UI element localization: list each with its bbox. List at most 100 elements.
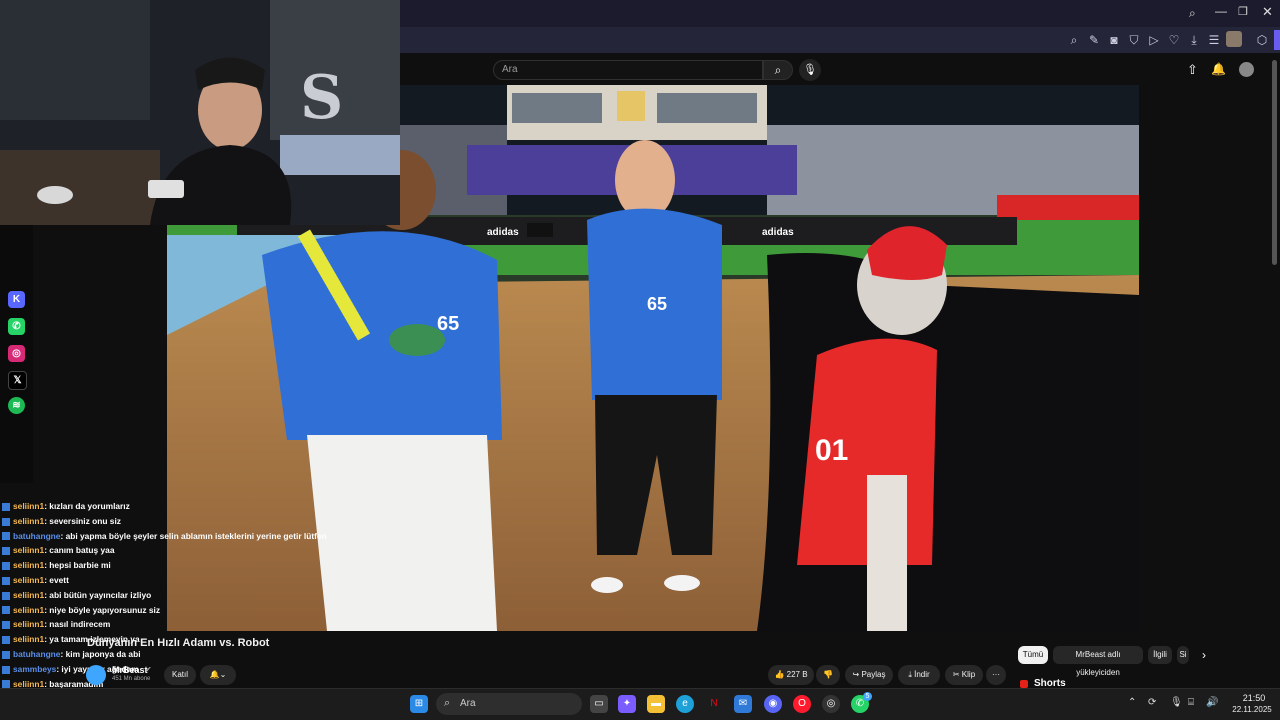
heart-icon[interactable]: ♡ [1166,32,1182,48]
clip-label: Klip [961,670,976,679]
download-icon: ⤓ [908,670,912,679]
search-tabs-icon[interactable]: ⌕ [1189,6,1196,21]
sign-text-2: adidas [762,227,794,238]
upload-icon[interactable]: ⇧ [1187,62,1198,78]
camera-icon[interactable]: ◙ [1106,32,1122,48]
chat-username[interactable]: seliinn1 [13,545,44,555]
whatsapp-badge: 5 [863,692,872,701]
notification-bell-button[interactable]: 🔔⌄ [200,665,236,685]
discord-icon[interactable]: ◉ [764,695,782,713]
bell-icon[interactable]: 🔔 [1211,62,1226,76]
x-icon[interactable]: 𝕏 [8,371,27,390]
like-button[interactable]: 👍 227 B [768,665,814,685]
channel-avatar[interactable] [86,665,106,685]
chat-text: : seversiniz onu siz [44,515,121,526]
voice-search-button[interactable]: 🎙 [799,59,821,81]
microphone-icon[interactable]: 🎙 [1170,697,1183,708]
close-icon[interactable]: ✕ [1262,4,1273,20]
netflix-icon[interactable]: N [705,695,723,713]
sign-text: adidas [487,227,519,238]
chat-username[interactable]: batuhangne [13,649,60,659]
windows-start-icon[interactable]: ⊞ [410,695,428,713]
chat-username[interactable]: seliinn1 [13,634,44,644]
network-icon[interactable]: ⌸ [1188,697,1194,708]
spotify-icon[interactable]: ≋ [8,397,25,414]
chat-badge-icon [2,635,10,644]
chat-username[interactable]: seliinn1 [13,619,44,629]
page-scrollbar[interactable] [1272,60,1277,265]
play-icon[interactable]: ▷ [1146,32,1162,48]
like-count: 227 B [786,670,808,679]
download-button[interactable]: ⤓ İndir [898,665,940,685]
chip-from-uploader[interactable]: MrBeast adlı yükleyiciden [1053,646,1143,677]
chat-text: : canım batuş yaa [44,545,115,556]
download-icon[interactable]: ⤓ [1186,32,1202,48]
obs-icon[interactable]: ◎ [822,695,840,713]
chevron-right-icon[interactable]: › [1202,648,1206,662]
chat-badge-icon [2,576,10,585]
chat-badge-icon [2,606,10,615]
search-input[interactable]: Ara [493,60,763,80]
minimize-icon[interactable]: — [1215,4,1227,18]
edge-icon[interactable]: e [676,695,694,713]
join-button[interactable]: Katıl [164,665,196,685]
chat-badge-icon [2,650,10,659]
task-view-icon[interactable]: ▭ [590,695,608,713]
restore-icon[interactable]: ❐ [1238,5,1248,18]
taskbar-search[interactable]: Ara [436,693,582,715]
extension-icon[interactable]: ⬡ [1254,32,1270,48]
shield-icon[interactable]: ⛉ [1126,32,1142,48]
clock-date[interactable]: 22.11.2025 [1226,705,1278,714]
share-icon: ↪ [852,670,860,679]
chat-message: seliinn1: kızları da yorumlarız [2,499,130,513]
verified-icon: ✔ [145,665,152,674]
chat-badge-icon [2,621,10,630]
mail-icon[interactable]: ✉ [734,695,752,713]
share-button[interactable]: ↪ Paylaş [845,665,893,685]
clock-time[interactable]: 21:50 [1234,693,1274,703]
chat-username[interactable]: seliinn1 [13,575,44,585]
profile-avatar[interactable] [1226,31,1242,47]
whatsapp-icon[interactable]: ✆ [8,318,25,335]
share-label: Paylaş [861,670,886,679]
opera-icon[interactable]: O [793,695,811,713]
chat-badge-icon [2,517,10,526]
video-title: Dünyanın En Hızlı Adamı vs. Robot [87,637,270,649]
chip-more[interactable]: Si [1177,646,1189,664]
file-explorer-icon[interactable]: ▬ [647,695,665,713]
menu-icon[interactable]: ☰ [1206,32,1222,48]
more-actions-button[interactable]: ··· [986,665,1006,685]
zoom-icon[interactable]: ⌕ [1066,32,1082,48]
chat-username[interactable]: seliinn1 [13,501,44,511]
chat-message: seliinn1: seversiniz onu siz [2,514,121,528]
chat-message: seliinn1: nasıl indirecem [2,617,110,631]
chat-message: batuhangne: kim japonya da abi [2,647,141,661]
account-avatar[interactable] [1239,62,1254,77]
windows-taskbar [0,688,1280,720]
chat-username[interactable]: seliinn1 [13,516,44,526]
chat-username[interactable]: seliinn1 [13,560,44,570]
subscriber-count: 451 Mn abone [112,676,151,682]
search-button[interactable]: ⌕ [763,60,793,80]
webcam-overlay: S [0,0,400,225]
scissors-icon: ✂ [952,670,960,679]
chat-username[interactable]: sammbeys [13,664,56,674]
chat-message: seliinn1: evett [2,573,69,587]
dislike-button[interactable]: 👎 [816,665,840,685]
chat-username[interactable]: seliinn1 [13,590,44,600]
volume-icon[interactable]: 🔊 [1206,697,1218,708]
jersey-number-mid: 65 [647,294,667,314]
edit-icon[interactable]: ✎ [1086,32,1102,48]
clip-button[interactable]: ✂ Klip [945,665,983,685]
kick-icon[interactable]: K [8,291,25,308]
channel-name[interactable]: MrBeast [112,665,148,675]
instagram-icon[interactable]: ◎ [8,345,25,362]
chat-username[interactable]: seliinn1 [13,605,44,615]
chip-related[interactable]: İlgili [1148,646,1172,664]
sync-icon[interactable]: ⟳ [1148,697,1156,708]
chat-username[interactable]: batuhangne [13,531,60,541]
chat-text: : niye böyle yapıyorsunuz siz [44,604,161,615]
copilot-icon[interactable]: ✦ [618,695,636,713]
chip-all[interactable]: Tümü [1018,646,1048,664]
tray-chevron-up-icon[interactable]: ⌃ [1128,697,1136,708]
